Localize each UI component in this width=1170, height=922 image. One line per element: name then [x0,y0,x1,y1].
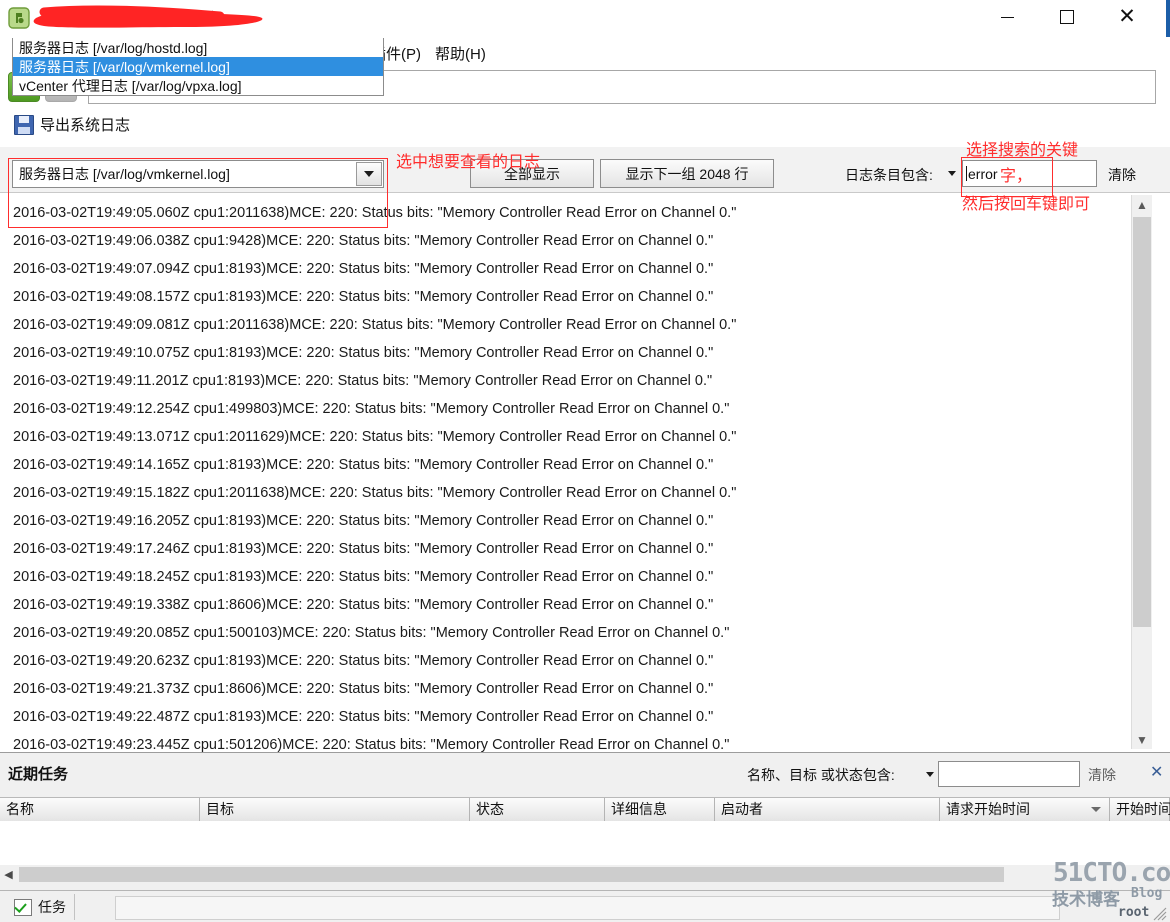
log-line[interactable]: 2016-03-02T19:49:20.623Z cpu1:8193)MCE: … [0,647,1120,675]
tasks-filter-dropdown-icon[interactable] [926,772,934,777]
tasks-table-body[interactable] [0,821,1170,866]
chevron-down-icon: ▼ [1136,732,1148,747]
log-line[interactable]: 2016-03-02T19:49:10.075Z cpu1:8193)MCE: … [0,339,1120,367]
scroll-down-button[interactable]: ▼ [1132,730,1152,749]
window-edge-accent [1166,0,1170,37]
tasks-column-label: 请求开始时间 [946,801,1030,817]
log-line[interactable]: 2016-03-02T19:49:17.246Z cpu1:8193)MCE: … [0,535,1120,563]
annotation-box-log-selector [8,158,388,228]
minimize-icon [1000,16,1014,18]
log-line[interactable]: 2016-03-02T19:49:23.445Z cpu1:501206)MCE… [0,731,1120,753]
annotation-press-enter: 然后按回车键即可 [962,196,1091,213]
log-line[interactable]: 2016-03-02T19:49:12.254Z cpu1:499803)MCE… [0,395,1120,423]
annotation-select-log: 选中想要查看的日志 [396,154,541,171]
log-option-vpxa[interactable]: vCenter 代理日志 [/var/log/vpxa.log] [13,76,383,95]
tasks-column-label: 开始时间 [1116,801,1170,817]
scrollbar-thumb[interactable] [1133,217,1151,627]
menu-help[interactable]: 帮助(H) [432,42,489,65]
status-tasks-button[interactable]: 任务 [6,894,75,920]
tasks-filter-clear-button[interactable]: 清除 [1088,765,1116,785]
save-icon [14,115,34,135]
tasks-column-label: 详细信息 [611,801,667,817]
tasks-column-header[interactable]: 状态 [470,798,605,822]
tasks-column-header[interactable]: 请求开始时间 [940,798,1110,822]
vsphere-client-window: vSphere Client ✕ 文件(F) 编辑(E) 视图(W) 清单(N)… [0,0,1170,922]
scroll-left-button[interactable]: ◀ [0,866,17,883]
tasks-icon [14,898,32,916]
tasks-column-header[interactable]: 详细信息 [605,798,715,822]
close-button[interactable]: ✕ [1104,0,1150,34]
log-line[interactable]: 2016-03-02T19:49:11.201Z cpu1:8193)MCE: … [0,367,1120,395]
tasks-column-label: 启动者 [721,801,763,817]
hscrollbar-thumb[interactable] [19,866,1004,882]
tasks-column-header-row: 名称 目标 状态 详细信息 启动者 请求开始时间 开始时间 [0,797,1170,823]
tasks-column-label: 目标 [206,801,234,817]
close-icon: ✕ [1118,5,1136,28]
sort-descending-icon [1091,807,1101,812]
export-system-logs-link[interactable]: 导出系统日志 [40,114,130,135]
log-line[interactable]: 2016-03-02T19:49:15.182Z cpu1:2011638)MC… [0,479,1120,507]
log-selector-dropdown-list[interactable]: 服务器日志 [/var/log/hostd.log] 服务器日志 [/var/l… [12,38,384,96]
resize-grip-icon[interactable] [1153,907,1167,921]
status-bar: 任务 [0,890,1170,922]
tasks-column-label: 名称 [6,801,34,817]
log-line-list[interactable]: 2016-03-02T19:49:05.060Z cpu1:2011638)MC… [0,199,1120,753]
log-viewer-panel: 2016-03-02T19:49:05.060Z cpu1:2011638)MC… [0,192,1170,753]
annotation-search-keyword-2: 字， [1000,168,1033,185]
log-line[interactable]: 2016-03-02T19:49:09.081Z cpu1:2011638)MC… [0,311,1120,339]
log-line[interactable]: 2016-03-02T19:49:20.085Z cpu1:500103)MCE… [0,619,1120,647]
app-icon [8,7,30,29]
annotation-search-keyword: 选择搜索的关键 [966,142,1079,159]
recent-tasks-title: 近期任务 [8,766,69,783]
log-line[interactable]: 2016-03-02T19:49:19.338Z cpu1:8606)MCE: … [0,591,1120,619]
tasks-column-header[interactable]: 启动者 [715,798,940,822]
tasks-column-header[interactable]: 目标 [200,798,470,822]
log-line[interactable]: 2016-03-02T19:49:08.157Z cpu1:8193)MCE: … [0,283,1120,311]
log-vertical-scrollbar[interactable]: ▲ ▼ [1131,195,1152,749]
log-line[interactable]: 2016-03-02T19:49:21.373Z cpu1:8606)MCE: … [0,675,1120,703]
tasks-column-label: 状态 [476,801,504,817]
window-title: vSphere Client [120,7,215,23]
log-line[interactable]: 2016-03-02T19:49:07.094Z cpu1:8193)MCE: … [0,255,1120,283]
tasks-filter-input[interactable] [938,761,1080,787]
minimize-button[interactable] [984,0,1030,34]
log-filter-label: 日志条目包含: [845,167,933,183]
log-line[interactable]: 2016-03-02T19:49:06.038Z cpu1:9428)MCE: … [0,227,1120,255]
log-line[interactable]: 2016-03-02T19:49:16.205Z cpu1:8193)MCE: … [0,507,1120,535]
tasks-column-header[interactable]: 开始时间 [1110,798,1170,822]
log-option-vmkernel[interactable]: 服务器日志 [/var/log/vmkernel.log] [13,57,383,76]
log-line[interactable]: 2016-03-02T19:49:18.245Z cpu1:8193)MCE: … [0,563,1120,591]
maximize-button[interactable] [1044,0,1090,34]
chevron-up-icon: ▲ [1136,197,1148,212]
maximize-icon [1060,10,1074,24]
log-filter-dropdown-icon[interactable] [948,171,956,176]
tasks-filter-label: 名称、目标 或状态包含: [747,767,895,783]
scroll-up-button[interactable]: ▲ [1132,195,1152,214]
status-tasks-label: 任务 [38,899,66,915]
tasks-column-header[interactable]: 名称 [0,798,200,822]
status-message-field [115,896,1060,920]
log-option-hostd[interactable]: 服务器日志 [/var/log/hostd.log] [13,38,383,57]
tasks-panel-close-button[interactable]: ✕ [1150,762,1163,782]
show-next-lines-button[interactable]: 显示下一组 2048 行 [600,159,774,188]
log-line[interactable]: 2016-03-02T19:49:14.165Z cpu1:8193)MCE: … [0,451,1120,479]
log-line[interactable]: 2016-03-02T19:49:22.487Z cpu1:8193)MCE: … [0,703,1120,731]
tasks-horizontal-scrollbar[interactable]: ◀ [0,865,1170,883]
title-bar: vSphere Client ✕ [0,0,1170,37]
log-filter-clear-button[interactable]: 清除 [1108,165,1136,185]
log-line[interactable]: 2016-03-02T19:49:13.071Z cpu1:2011629)MC… [0,423,1120,451]
recent-tasks-panel: 近期任务 名称、目标 或状态包含: 清除 ✕ 名称 目标 状态 详细信息 启动者 请求开始… [0,752,1170,891]
